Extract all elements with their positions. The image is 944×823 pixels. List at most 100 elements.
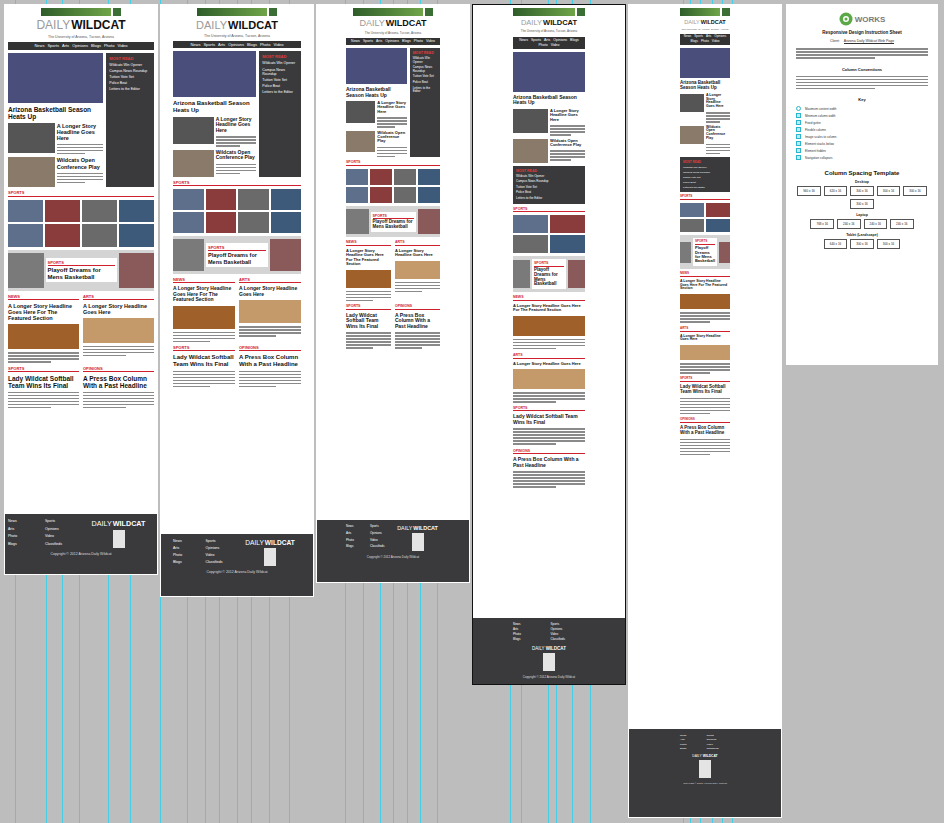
sidebar-item[interactable]: Tuition Vote Set xyxy=(109,75,151,79)
footer-link[interactable]: Blogs xyxy=(8,542,42,549)
section-headline[interactable]: A Longer Story Headline Goes Here For Th… xyxy=(173,286,235,303)
footer-link[interactable]: Classifieds xyxy=(551,638,586,642)
nav-item[interactable]: Video xyxy=(117,43,127,48)
footer-link[interactable]: Blogs xyxy=(346,545,367,551)
footer-link[interactable]: Classifieds xyxy=(370,545,391,551)
sidebar-item[interactable]: Tuition Vote Set xyxy=(683,176,727,179)
nav-item[interactable]: Sports xyxy=(203,42,215,47)
story-headline[interactable]: Wildcats Open Conference Play xyxy=(706,126,730,141)
nav-item[interactable]: Photo xyxy=(701,40,709,44)
column-headline[interactable]: Lady Wildcat Softball Team Wins Its Fina… xyxy=(513,414,585,425)
section-headline[interactable]: A Longer Story Headline Goes Here For Th… xyxy=(513,304,585,313)
story-headline[interactable]: Wildcats Open Conference Play xyxy=(377,131,406,144)
nav-item[interactable]: Opinions xyxy=(385,39,399,44)
nav-item[interactable]: Photo xyxy=(104,43,114,48)
column-headline[interactable]: A Press Box Column With a Past Headline xyxy=(395,313,440,330)
story-headline[interactable]: A Longer Story Headline Goes Here xyxy=(57,123,104,141)
sidebar-item[interactable]: Wildcats Win Opener xyxy=(109,63,151,67)
sidebar-item[interactable]: Wildcats Win Opener xyxy=(516,175,582,179)
column-headline[interactable]: Lady Wildcat Softball Team Wins Its Fina… xyxy=(8,375,79,389)
spec-sheet[interactable]: WORKSResponsive Design Instruction Sheet… xyxy=(786,4,938,365)
sidebar-item[interactable]: Letters to the Editor xyxy=(683,186,727,189)
nav-item[interactable]: Blogs xyxy=(91,43,101,48)
footer-link[interactable]: Opinions xyxy=(370,532,391,538)
footer-link[interactable]: Sports xyxy=(707,734,731,737)
nav-item[interactable]: Opinions xyxy=(72,43,88,48)
sidebar-item[interactable]: Tuition Vote Set xyxy=(413,75,437,79)
sidebar-item[interactable]: Wildcats Win Opener xyxy=(683,166,727,169)
footer-link[interactable]: Video xyxy=(707,743,731,746)
footer-link[interactable]: Opinions xyxy=(45,527,79,534)
feature-headline[interactable]: Playoff Dreams for Mens Basketball xyxy=(208,252,266,264)
footer-link[interactable]: Photo xyxy=(513,633,548,637)
sidebar-item[interactable]: Campus News Roundup xyxy=(516,180,582,184)
sidebar-item[interactable]: Letters to the Editor xyxy=(413,87,437,94)
artboard[interactable]: DAILYWILDCATThe University of Arizona, T… xyxy=(316,4,470,583)
nav-item[interactable]: News xyxy=(34,43,44,48)
sidebar-item[interactable]: Campus News Roundup xyxy=(262,68,298,76)
footer-link[interactable]: Opinions xyxy=(707,738,731,741)
nav-item[interactable]: Opinions xyxy=(714,35,726,39)
footer-link[interactable]: Photo xyxy=(680,743,704,746)
masthead[interactable]: DAILYWILDCAT xyxy=(513,19,585,27)
sidebar-item[interactable]: Wildcats Win Opener xyxy=(262,61,298,65)
footer-link[interactable]: Photo xyxy=(8,534,42,541)
feature-headline[interactable]: Playoff Dreams for Mens Basketball xyxy=(373,220,414,230)
sidebar-item[interactable]: Campus News Roundup xyxy=(683,171,727,174)
artboard[interactable]: DAILYWILDCATThe University of Arizona, T… xyxy=(472,4,626,685)
section-headline[interactable]: A Longer Story Headline Goes Here xyxy=(513,362,585,366)
masthead[interactable]: DAILYWILDCAT xyxy=(173,19,301,31)
nav-item[interactable]: Opinions xyxy=(553,38,567,43)
footer-brand[interactable]: DAILYWILDCAT xyxy=(92,519,146,528)
footer-link[interactable]: Arts xyxy=(680,738,704,741)
section-headline[interactable]: A Longer Story Headline Goes Here For Th… xyxy=(680,280,730,292)
footer-link[interactable]: Video xyxy=(206,553,236,559)
nav-item[interactable]: Arts xyxy=(376,39,382,44)
footer-link[interactable]: Sports xyxy=(45,519,79,526)
nav-item[interactable]: Sports xyxy=(363,39,373,44)
nav-item[interactable]: Video xyxy=(712,40,720,44)
nav-item[interactable]: News xyxy=(351,39,360,44)
sidebar-item[interactable]: Police Beat xyxy=(262,84,298,88)
story-headline[interactable]: Wildcats Open Conference Play xyxy=(550,139,585,148)
story-headline[interactable]: A Longer Story Headline Goes Here xyxy=(550,109,585,122)
masthead[interactable]: DAILYWILDCAT xyxy=(346,19,440,29)
sidebar-item[interactable]: Tuition Vote Set xyxy=(516,186,582,190)
artboard[interactable]: DAILYWILDCATThe University of Arizona, T… xyxy=(4,4,158,575)
story-headline[interactable]: Wildcats Open Conference Play xyxy=(57,157,104,169)
section-headline[interactable]: A Longer Story Headline Goes Here xyxy=(239,286,301,297)
nav-item[interactable]: News xyxy=(519,38,528,43)
section-headline[interactable]: A Longer Story Headline Goes Here xyxy=(680,335,730,343)
column-headline[interactable]: Lady Wildcat Softball Team Wins Its Fina… xyxy=(346,313,391,330)
footer-link[interactable]: Sports xyxy=(370,525,391,531)
nav-item[interactable]: Blogs xyxy=(691,40,699,44)
column-headline[interactable]: A Press Box Column With a Past Headline xyxy=(680,426,730,436)
nav-item[interactable]: News xyxy=(684,35,692,39)
nav-item[interactable]: Blogs xyxy=(247,42,257,47)
nav-item[interactable]: Video xyxy=(426,39,435,44)
footer-link[interactable]: Video xyxy=(551,633,586,637)
nav-item[interactable]: Video xyxy=(551,43,560,48)
story-headline[interactable]: Wildcats Open Conference Play xyxy=(216,150,257,161)
footer-link[interactable]: Video xyxy=(45,534,79,541)
footer-link[interactable]: Sports xyxy=(206,539,236,545)
sidebar-item[interactable]: Letters to the Editor xyxy=(262,90,298,94)
footer-link[interactable]: Blogs xyxy=(513,638,548,642)
footer-link[interactable]: News xyxy=(680,734,704,737)
story-headline[interactable]: A Longer Story Headline Goes Here xyxy=(216,117,257,134)
column-headline[interactable]: A Press Box Column With a Past Headline xyxy=(513,457,585,468)
sidebar-item[interactable]: Police Beat xyxy=(413,81,437,85)
footer-link[interactable]: Classifieds xyxy=(707,747,731,750)
story-headline[interactable]: A Longer Story Headline Goes Here xyxy=(706,94,730,109)
lead-headline[interactable]: Arizona Basketball Season Heats Up xyxy=(346,87,407,98)
nav-item[interactable]: Photo xyxy=(538,43,547,48)
sidebar-item[interactable]: Police Beat xyxy=(109,81,151,85)
feature-headline[interactable]: Playoff Dreams for Mens Basketball xyxy=(48,267,115,280)
footer-link[interactable]: News xyxy=(8,519,42,526)
footer-link[interactable]: Arts xyxy=(513,628,548,632)
column-headline[interactable]: A Press Box Column With a Past Headline xyxy=(239,354,301,367)
footer-link[interactable]: News xyxy=(173,539,203,545)
nav-item[interactable]: Photo xyxy=(414,39,423,44)
nav-item[interactable]: Blogs xyxy=(402,39,411,44)
footer-link[interactable]: Video xyxy=(370,539,391,545)
